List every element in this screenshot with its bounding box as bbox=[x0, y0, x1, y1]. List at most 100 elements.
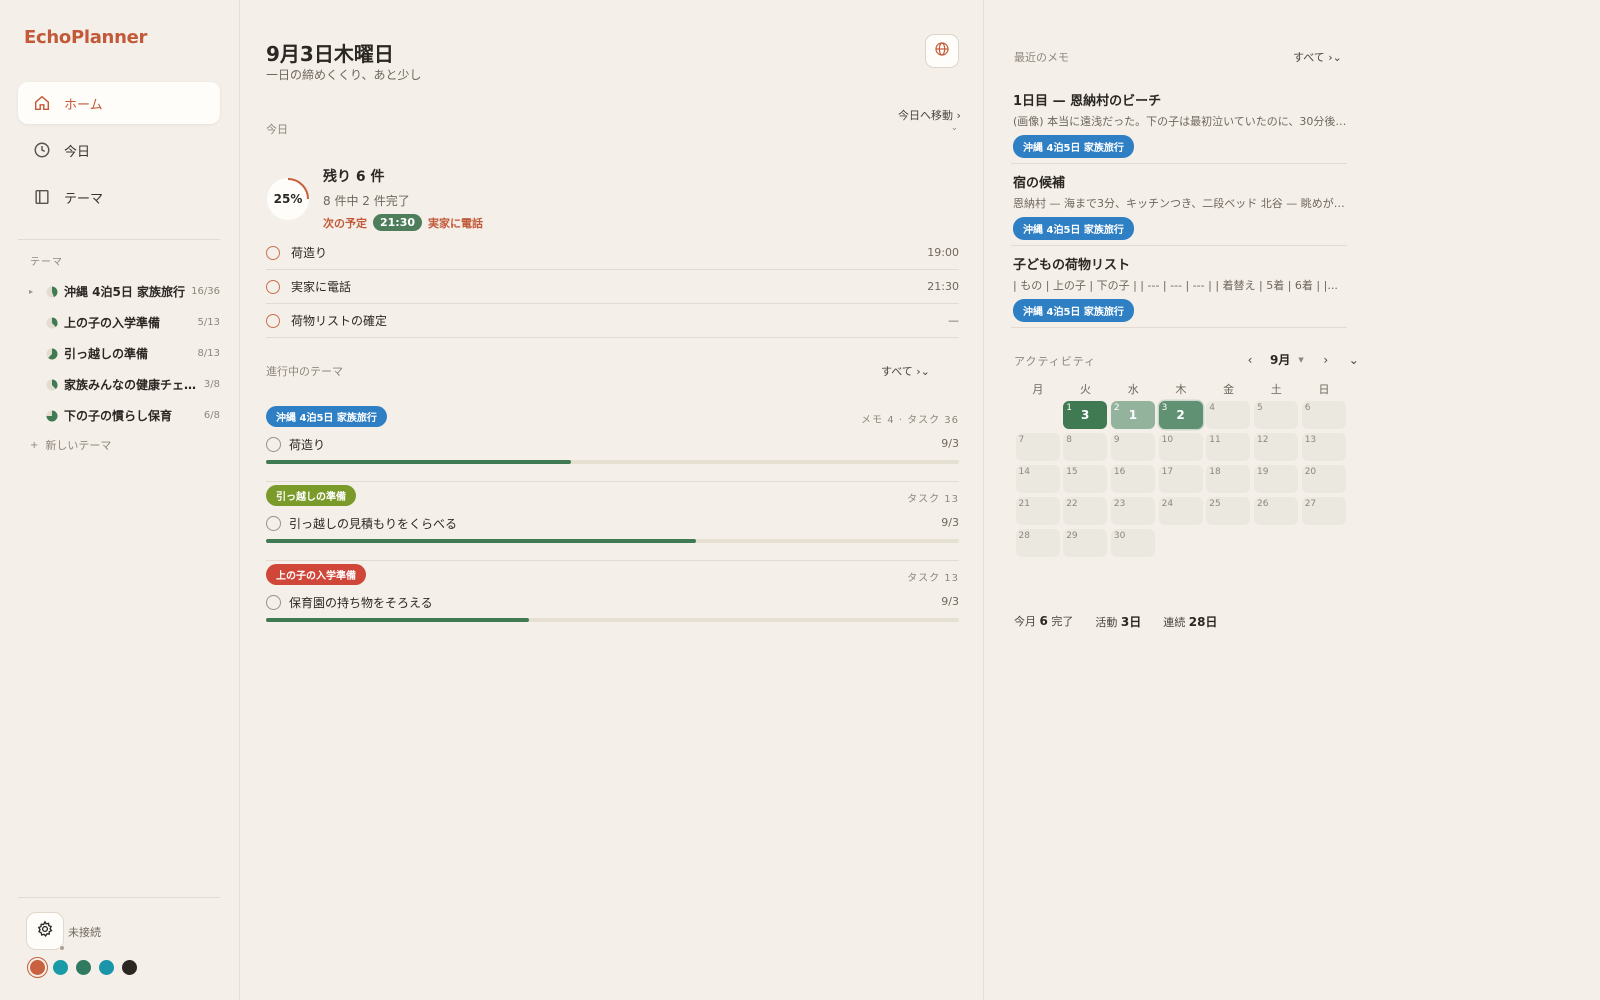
memo-tag[interactable]: 沖縄 4泊5日 家族旅行 bbox=[1013, 299, 1134, 322]
nav-home[interactable]: ホーム bbox=[18, 82, 220, 124]
color-swatch[interactable] bbox=[122, 960, 137, 975]
calendar-day[interactable]: 27 bbox=[1301, 497, 1346, 525]
expand-caret-icon[interactable]: ▸ bbox=[24, 287, 38, 296]
settings-button[interactable] bbox=[26, 912, 65, 951]
calendar-day[interactable]: 10 bbox=[1158, 433, 1203, 461]
sidebar-theme-item[interactable]: 上の子の入学準備 5/13 bbox=[24, 307, 220, 338]
calendar-day[interactable]: 32 bbox=[1158, 401, 1203, 429]
task-checkbox[interactable] bbox=[266, 595, 281, 610]
theme-meta: タスク 13 bbox=[907, 494, 959, 505]
calendar-day[interactable]: 13 bbox=[1063, 401, 1108, 429]
weekday-label: 日 bbox=[1318, 383, 1330, 396]
calendar-day[interactable]: 11 bbox=[1206, 433, 1251, 461]
sidebar-theme-item[interactable]: 下の子の慣らし保育 6/8 bbox=[24, 400, 220, 431]
sidebar-theme-item[interactable]: 家族みんなの健康チェック 3/8 bbox=[24, 369, 220, 400]
sidebar-theme-item[interactable]: 引っ越しの準備 8/13 bbox=[24, 338, 220, 369]
calendar-day[interactable]: 30 bbox=[1110, 529, 1155, 557]
theme-list: ▸ 沖縄 4泊5日 家族旅行 16/36 上の子の入学準備 5/13 引っ越しの… bbox=[24, 276, 220, 431]
weekday-header: 月 火 水 木 金 土 日 bbox=[1014, 381, 1348, 397]
color-swatch[interactable] bbox=[76, 960, 91, 975]
calendar-day[interactable]: 22 bbox=[1063, 497, 1108, 525]
globe-button[interactable] bbox=[925, 34, 959, 68]
weekday-label: 土 bbox=[1270, 383, 1282, 396]
nav-themes[interactable]: テーマ bbox=[18, 176, 220, 218]
sidebar-theme-item[interactable]: ▸ 沖縄 4泊5日 家族旅行 16/36 bbox=[24, 276, 220, 307]
calendar-day[interactable]: 23 bbox=[1110, 497, 1155, 525]
day-number: 28 bbox=[1018, 531, 1030, 541]
day-number: 13 bbox=[1304, 435, 1317, 445]
calendar-day[interactable]: 5 bbox=[1254, 401, 1298, 429]
day-number: 6 bbox=[1304, 403, 1311, 413]
next-schedule[interactable]: 次の予定 21:30 実家に電話 bbox=[323, 214, 483, 231]
theme-pill[interactable]: 上の子の入学準備 bbox=[266, 564, 366, 585]
theme-pill[interactable]: 沖縄 4泊5日 家族旅行 bbox=[266, 406, 387, 427]
calendar-day[interactable]: 25 bbox=[1206, 497, 1251, 525]
color-swatch[interactable] bbox=[53, 960, 68, 975]
calendar-day[interactable]: 13 bbox=[1301, 433, 1346, 461]
calendar-day[interactable]: 20 bbox=[1301, 465, 1346, 493]
theme-pill[interactable]: 引っ越しの準備 bbox=[266, 485, 356, 506]
task-row[interactable]: 実家に電話 21:30 bbox=[266, 270, 959, 304]
calendar-day[interactable]: 9 bbox=[1110, 433, 1155, 461]
task-checkbox[interactable] bbox=[266, 516, 281, 531]
calendar-day[interactable]: 28 bbox=[1015, 529, 1060, 557]
calendar-day[interactable]: 8 bbox=[1063, 433, 1108, 461]
home-icon bbox=[32, 93, 52, 113]
app-brand[interactable]: EchoPlanner bbox=[24, 27, 147, 48]
day-number: 14 bbox=[1018, 467, 1030, 477]
next-label: 次の予定 bbox=[323, 216, 367, 230]
nav-home-label: ホーム bbox=[64, 97, 103, 113]
caret-down-icon: ▼ bbox=[1298, 355, 1304, 364]
theme-card[interactable]: 沖縄 4泊5日 家族旅行 メモ 4 · タスク 36 荷造り 9/3 bbox=[266, 403, 959, 482]
memo-item[interactable]: 子どもの荷物リスト | もの | 上の子 | 下の子 | | --- | ---… bbox=[1011, 246, 1347, 328]
task-label: 荷造り bbox=[291, 246, 328, 260]
calendar-day[interactable]: 21 bbox=[1015, 497, 1060, 525]
sidebar: EchoPlanner ホーム 今日 テーマ テーマ ▸ 沖縄 4泊5日 家族旅… bbox=[0, 0, 240, 1000]
next-task: 実家に電話 bbox=[428, 216, 484, 230]
calendar-day[interactable]: 24 bbox=[1158, 497, 1203, 525]
theme-card[interactable]: 上の子の入学準備 タスク 13 保育園の持ち物をそろえる 9/3 bbox=[266, 561, 959, 640]
color-swatch[interactable] bbox=[30, 960, 45, 975]
task-checkbox[interactable] bbox=[266, 437, 281, 452]
task-row[interactable]: 荷物リストの確定 — bbox=[266, 304, 959, 338]
calendar-day[interactable]: 21 bbox=[1110, 401, 1155, 429]
task-checkbox[interactable] bbox=[266, 245, 280, 260]
month-select[interactable]: 9月 bbox=[1270, 351, 1290, 368]
task-checkbox[interactable] bbox=[266, 279, 280, 294]
calendar-day[interactable]: 6 bbox=[1301, 401, 1346, 429]
color-swatch[interactable] bbox=[99, 960, 114, 975]
memo-tag[interactable]: 沖縄 4泊5日 家族旅行 bbox=[1013, 135, 1134, 158]
calendar-day[interactable]: 18 bbox=[1206, 465, 1251, 493]
calendar-day[interactable]: 17 bbox=[1158, 465, 1203, 493]
theme-card[interactable]: 引っ越しの準備 タスク 13 引っ越しの見積もりをくらべる 9/3 bbox=[266, 482, 959, 561]
nav-today[interactable]: 今日 bbox=[18, 129, 220, 171]
ongoing-all-link[interactable]: すべて ›⌄ bbox=[881, 363, 930, 379]
theme-task-date: 9/3 bbox=[941, 516, 959, 529]
calendar-day[interactable]: 16 bbox=[1110, 465, 1155, 493]
theme-count: 3/8 bbox=[203, 379, 220, 390]
theme-name: 家族みんなの健康チェック bbox=[64, 378, 198, 392]
memo-tag[interactable]: 沖縄 4泊5日 家族旅行 bbox=[1013, 217, 1134, 240]
calendar-day[interactable]: 14 bbox=[1015, 465, 1060, 493]
task-checkbox[interactable] bbox=[266, 313, 280, 328]
calendar-day[interactable]: 12 bbox=[1254, 433, 1298, 461]
calendar-day[interactable]: 19 bbox=[1254, 465, 1298, 493]
task-row[interactable]: 荷造り 19:00 bbox=[266, 236, 959, 270]
main-nav: ホーム 今日 テーマ bbox=[18, 82, 220, 223]
calendar-day[interactable]: 15 bbox=[1063, 465, 1108, 493]
prev-month-button[interactable]: ‹ bbox=[1242, 353, 1258, 367]
memo-all-link[interactable]: すべて ›⌄ bbox=[1293, 49, 1342, 65]
memo-item[interactable]: 宿の候補 恩納村 — 海まで3分、キッチンつき、二段ベッド 北谷 — 眺めが良い… bbox=[1011, 164, 1347, 246]
next-month-button[interactable]: › bbox=[1318, 353, 1334, 367]
calendar-day[interactable]: 4 bbox=[1206, 401, 1251, 429]
collapse-calendar-button[interactable]: ⌄ bbox=[1346, 353, 1362, 367]
progress-fill bbox=[266, 618, 530, 622]
memo-section-label: 最近のメモ bbox=[1014, 51, 1069, 64]
calendar-day[interactable]: 7 bbox=[1015, 433, 1060, 461]
new-theme-button[interactable]: + 新しいテーマ bbox=[30, 437, 111, 453]
goto-today-button[interactable]: 今日へ移動 › ⌄ bbox=[898, 110, 961, 134]
day-number: 16 bbox=[1113, 467, 1126, 477]
memo-item[interactable]: 1日目 — 恩納村のビーチ (画像) 本当に遠浅だった。下の子は最初泣いていたの… bbox=[1011, 82, 1347, 164]
calendar-day[interactable]: 29 bbox=[1063, 529, 1108, 557]
calendar-day[interactable]: 26 bbox=[1254, 497, 1298, 525]
